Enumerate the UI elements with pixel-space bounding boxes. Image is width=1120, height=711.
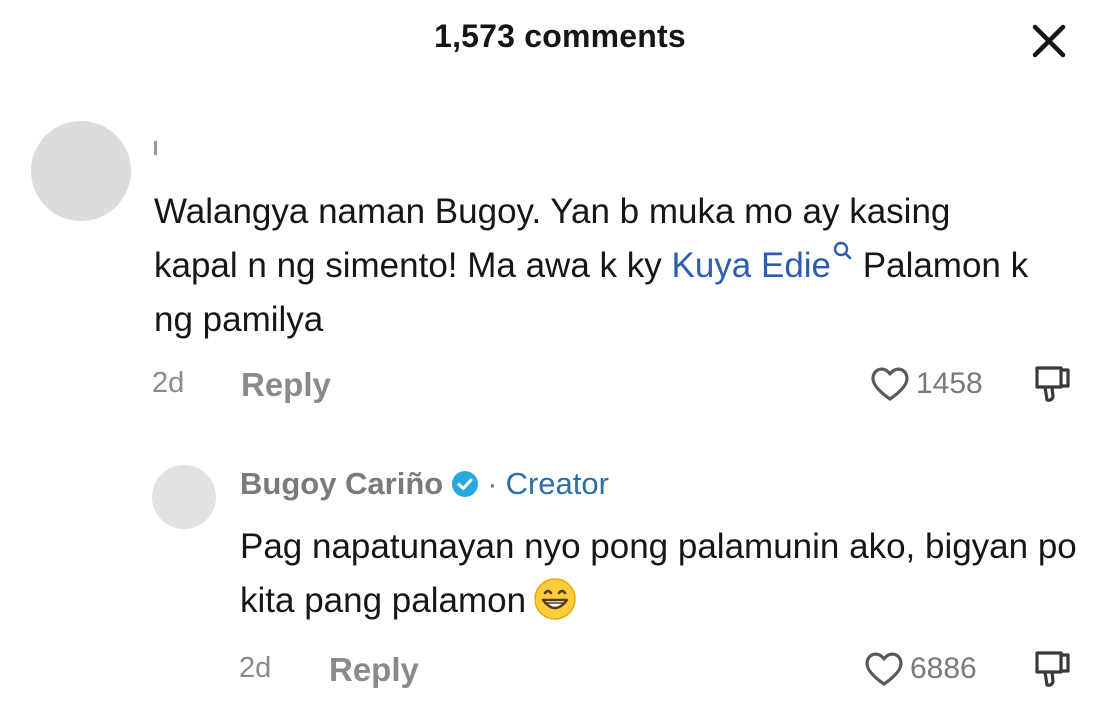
comment-text: Walangya naman Bugoy. Yan b muka mo ay k… bbox=[154, 185, 1034, 347]
grinning-face-emoji bbox=[534, 578, 576, 620]
reply-header: Bugoy Cariño · Creator bbox=[240, 466, 609, 502]
reply-like-button[interactable]: 6886 bbox=[862, 647, 977, 691]
verified-badge-icon bbox=[452, 471, 479, 497]
reply-dislike-button[interactable] bbox=[1030, 647, 1074, 691]
comment-timestamp: 2d bbox=[152, 367, 185, 399]
reply-like-count: 6886 bbox=[910, 652, 977, 685]
mention-link[interactable]: Kuya Edie bbox=[671, 241, 853, 285]
like-count: 1458 bbox=[916, 367, 983, 400]
like-button[interactable]: 1458 bbox=[868, 362, 983, 406]
comments-count-title: 1,573 comments bbox=[434, 18, 686, 54]
close-button[interactable] bbox=[1026, 18, 1072, 64]
search-icon bbox=[833, 241, 852, 260]
heart-outline-icon bbox=[865, 652, 903, 686]
creator-badge: Creator bbox=[505, 466, 609, 501]
thumbs-down-icon bbox=[1035, 651, 1070, 687]
reply-reply-button[interactable]: Reply bbox=[329, 651, 419, 689]
reply-timestamp: 2d bbox=[239, 652, 272, 684]
comment-username[interactable] bbox=[154, 141, 157, 155]
reply-text: Pag napatunayan nyo pong palamunin ako, … bbox=[240, 520, 1080, 628]
heart-outline-icon bbox=[871, 367, 909, 401]
reply-username[interactable]: Bugoy Cariño bbox=[240, 466, 443, 502]
avatar[interactable] bbox=[31, 121, 131, 221]
dislike-button[interactable] bbox=[1030, 362, 1074, 406]
reply-avatar[interactable] bbox=[152, 465, 216, 529]
separator-dot: · bbox=[487, 466, 498, 501]
close-icon bbox=[1032, 24, 1066, 58]
reply-button[interactable]: Reply bbox=[241, 366, 331, 404]
reply-text-body: Pag napatunayan nyo pong palamunin ako, … bbox=[240, 527, 1077, 620]
thumbs-down-icon bbox=[1035, 366, 1070, 402]
